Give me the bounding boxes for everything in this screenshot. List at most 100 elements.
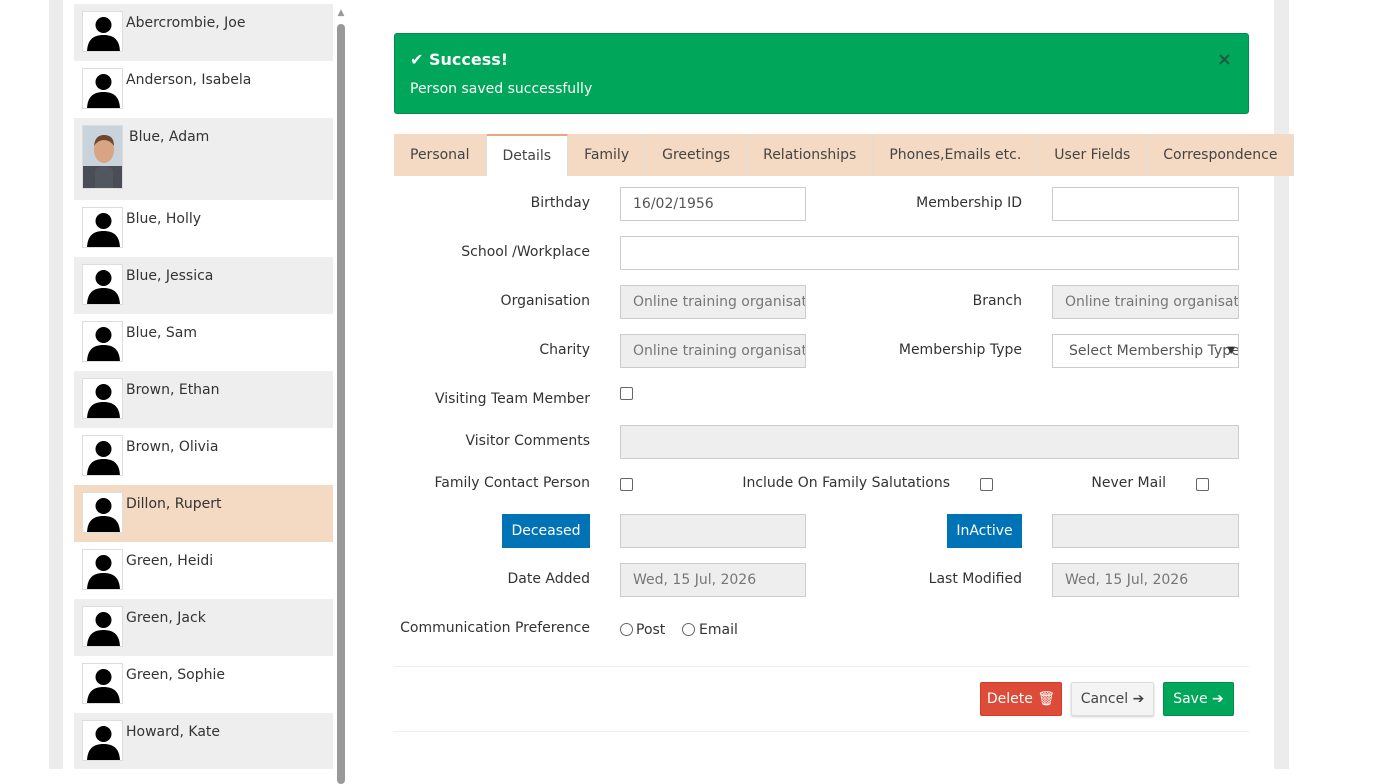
- branch-input: Online training organisation: [1052, 285, 1239, 319]
- family-contact-checkbox[interactable]: [620, 478, 633, 491]
- include-salutations-checkbox[interactable]: [980, 478, 993, 491]
- chevron-down-icon: ▼: [1227, 345, 1235, 356]
- tab-details[interactable]: Details: [486, 134, 569, 176]
- deceased-button[interactable]: Deceased: [502, 514, 590, 548]
- cancel-button[interactable]: Cancel ➔: [1071, 682, 1154, 716]
- avatar-silhouette-icon: [82, 720, 123, 761]
- avatar-silhouette-icon: [82, 378, 123, 419]
- person-name: Dillon, Rupert: [126, 496, 222, 512]
- tab-correspondence[interactable]: Correspondence: [1147, 134, 1295, 176]
- footer-divider: [394, 666, 1249, 667]
- tab-personal[interactable]: Personal: [394, 134, 487, 176]
- person-list-item[interactable]: Blue, Adam: [74, 118, 333, 200]
- birthday-label: Birthday: [530, 195, 590, 211]
- person-list-item[interactable]: Howard, Kate: [74, 713, 333, 769]
- people-list: Abercrombie, Joe Anderson, Isabela Blue, A…: [74, 4, 333, 769]
- tab-family[interactable]: Family: [568, 134, 647, 176]
- save-button-label: Save: [1173, 691, 1208, 707]
- date-added-input: Wed, 15 Jul, 2026: [620, 563, 806, 597]
- people-list-scrollbar[interactable]: ▲: [336, 8, 346, 784]
- person-name: Brown, Ethan: [126, 382, 220, 398]
- last-modified-label: Last Modified: [928, 571, 1022, 587]
- comm-pref-label: Communication Preference: [400, 620, 590, 636]
- person-name: Blue, Sam: [126, 325, 197, 341]
- branch-label: Branch: [972, 293, 1022, 309]
- alert-title: ✔ Success!: [410, 50, 508, 69]
- visiting-label: Visiting Team Member: [435, 391, 590, 407]
- person-list-item[interactable]: Green, Heidi: [74, 542, 333, 599]
- avatar-silhouette-icon: [82, 321, 123, 362]
- person-list-item[interactable]: Green, Sophie: [74, 656, 333, 713]
- person-list-item[interactable]: Green, Jack: [74, 599, 333, 656]
- tab-relationships[interactable]: Relationships: [747, 134, 874, 176]
- inactive-date-input: [1052, 514, 1239, 548]
- deceased-date-input: [620, 514, 806, 548]
- never-mail-label: Never Mail: [1091, 475, 1166, 491]
- check-icon: ✔: [410, 50, 424, 69]
- school-input[interactable]: [620, 236, 1239, 270]
- arrow-circle-right-icon: ➔: [1212, 691, 1224, 707]
- inactive-button[interactable]: InActive: [947, 514, 1022, 548]
- alert-title-text: Success!: [428, 50, 509, 69]
- avatar-silhouette-icon: [82, 549, 123, 590]
- close-icon[interactable]: ×: [1217, 49, 1232, 70]
- person-name: Blue, Jessica: [126, 268, 214, 284]
- delete-button[interactable]: Delete 🗑: [980, 682, 1062, 716]
- person-name: Howard, Kate: [126, 724, 221, 740]
- avatar-silhouette-icon: [82, 606, 123, 647]
- avatar-photo: [82, 125, 123, 189]
- email-radio-label: Email: [699, 622, 738, 638]
- visitor-comments-label: Visitor Comments: [465, 433, 591, 449]
- person-name: Abercrombie, Joe: [126, 15, 246, 31]
- avatar-silhouette-icon: [82, 492, 123, 533]
- person-list-item[interactable]: Brown, Ethan: [74, 371, 333, 428]
- scroll-thumb[interactable]: [337, 24, 345, 784]
- visiting-checkbox[interactable]: [620, 387, 633, 400]
- save-button[interactable]: Save ➔: [1163, 682, 1234, 716]
- person-list-item[interactable]: Blue, Holly: [74, 200, 333, 257]
- tab-user-fields[interactable]: User Fields: [1038, 134, 1148, 176]
- avatar-silhouette-icon: [82, 68, 123, 109]
- trash-icon: 🗑: [1037, 691, 1056, 707]
- person-list-item[interactable]: Brown, Olivia: [74, 428, 333, 485]
- charity-label: Charity: [539, 342, 590, 358]
- organisation-label: Organisation: [500, 293, 590, 309]
- form-bottom-border: [394, 731, 1249, 732]
- avatar-silhouette-icon: [82, 435, 123, 476]
- arrow-circle-right-icon: ➔: [1132, 691, 1145, 707]
- membership-type-value: Select Membership Type: [1069, 343, 1239, 359]
- organisation-input: Online training organisation: [620, 285, 806, 319]
- person-list-item[interactable]: Anderson, Isabela: [74, 61, 333, 118]
- person-name: Blue, Holly: [126, 211, 202, 227]
- tab-greetings[interactable]: Greetings: [646, 134, 748, 176]
- tab-phones-emails-etc[interactable]: Phones,Emails etc.: [873, 134, 1039, 176]
- success-alert: ✔ Success! Person saved successfully ×: [394, 33, 1249, 114]
- never-mail-checkbox[interactable]: [1196, 478, 1209, 491]
- alert-message: Person saved successfully: [410, 81, 593, 97]
- post-radio-label: Post: [636, 622, 666, 638]
- birthday-input[interactable]: 16/02/1956: [620, 187, 806, 221]
- cancel-button-label: Cancel: [1080, 691, 1129, 707]
- family-contact-label: Family Contact Person: [434, 475, 590, 491]
- person-name: Green, Jack: [126, 610, 206, 626]
- person-list-item[interactable]: Dillon, Rupert: [74, 485, 333, 542]
- membership-id-input[interactable]: [1052, 187, 1239, 221]
- person-list-item[interactable]: Blue, Jessica: [74, 257, 333, 314]
- person-list-item[interactable]: Abercrombie, Joe: [74, 4, 333, 61]
- person-name: Brown, Olivia: [126, 439, 219, 455]
- delete-button-label: Delete: [986, 691, 1033, 707]
- post-radio[interactable]: [620, 623, 633, 636]
- avatar-silhouette-icon: [82, 207, 123, 248]
- right-gutter: [1274, 0, 1289, 769]
- person-list-item[interactable]: Blue, Sam: [74, 314, 333, 371]
- avatar-silhouette-icon: [82, 264, 123, 305]
- email-radio[interactable]: [682, 623, 695, 636]
- school-label: School /Workplace: [461, 244, 590, 260]
- details-form: Birthday 16/02/1956 Membership ID School…: [394, 176, 1249, 732]
- last-modified-input: Wed, 15 Jul, 2026: [1052, 563, 1239, 597]
- scroll-up-arrow-icon[interactable]: ▲: [336, 8, 346, 18]
- person-name: Green, Heidi: [126, 553, 214, 569]
- left-gutter: [49, 0, 63, 769]
- person-name: Green, Sophie: [126, 667, 226, 683]
- membership-type-select[interactable]: Select Membership Type ▼: [1052, 334, 1239, 368]
